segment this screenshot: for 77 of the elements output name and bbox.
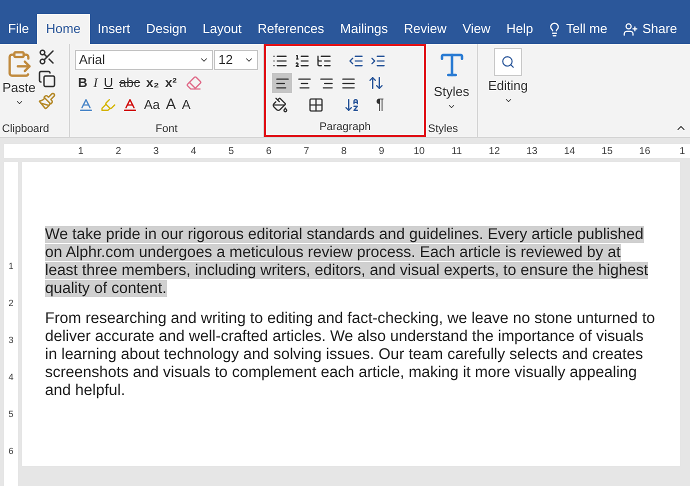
ruler-number: 2: [8, 297, 14, 310]
ribbon-tab[interactable]: Review: [396, 14, 454, 44]
ribbon-tab[interactable]: References: [250, 14, 332, 44]
italic-button[interactable]: I: [90, 72, 101, 94]
eraser-icon[interactable]: [186, 75, 202, 91]
ruler-number: 15: [600, 144, 614, 158]
line-spacing-icon[interactable]: [368, 75, 384, 91]
ruler-number: 3: [8, 334, 14, 347]
change-case-button[interactable]: Aa: [141, 94, 163, 116]
share-button[interactable]: Share: [617, 14, 684, 44]
align-lines-icon: [340, 76, 356, 90]
shading-icon[interactable]: [272, 97, 288, 113]
ruler-number: 14: [562, 144, 576, 158]
ruler-number: 11: [450, 144, 463, 158]
tell-me-button[interactable]: Tell me: [541, 14, 614, 44]
ribbon-tab[interactable]: Help: [498, 14, 542, 44]
underline-button[interactable]: U: [100, 72, 116, 94]
ruler-number: 6: [264, 144, 273, 158]
bullets-icon[interactable]: [272, 53, 288, 69]
ruler-number: 7: [302, 144, 310, 158]
editing-button[interactable]: Editing: [488, 48, 528, 104]
ribbon-tab[interactable]: Home: [36, 14, 90, 44]
font-color-icon[interactable]: [122, 97, 138, 113]
strikethrough-button[interactable]: abc: [116, 72, 144, 94]
align-lines-icon: [318, 76, 334, 90]
numbering-icon[interactable]: [294, 53, 310, 69]
group-label: Styles: [427, 122, 459, 137]
ruler-number: 10: [412, 144, 426, 158]
group-label: Clipboard: [1, 122, 50, 137]
multilevel-list-icon[interactable]: [316, 53, 332, 69]
ruler-number: 5: [227, 144, 235, 158]
shrink-font-button[interactable]: A: [178, 94, 194, 116]
ruler-number: 3: [152, 144, 160, 158]
show-marks-button[interactable]: ¶: [376, 94, 384, 116]
font-size-field[interactable]: 12: [214, 50, 258, 70]
paste-button[interactable]: Paste: [0, 44, 38, 121]
copy-icon[interactable]: [38, 70, 56, 88]
ruler-number: 16: [638, 144, 652, 158]
font-name-field[interactable]: Arial: [75, 50, 214, 70]
person-icon: [623, 22, 638, 36]
ribbon-tab[interactable]: Layout: [194, 14, 250, 44]
ruler-number: 1: [678, 144, 686, 158]
search-icon: [494, 48, 522, 76]
ruler-number: 1: [8, 260, 14, 273]
bold-button[interactable]: B: [75, 72, 90, 94]
ruler-number: 4: [190, 144, 198, 158]
cut-icon[interactable]: [38, 48, 56, 66]
body-paragraph: We take pride in our rigorous editorial standards and guidelines. Every article published on Alphr.com undergoes a meticulous review process. Each article is reviewed by at least three members, including writers, editors, and visual experts, to ensure the highest quality of content.: [45, 226, 650, 298]
group-label: Paragraph: [318, 120, 372, 135]
ruler-number: 9: [378, 144, 386, 158]
text-effects-icon[interactable]: [78, 97, 94, 113]
borders-icon[interactable]: [308, 97, 324, 113]
styles-button[interactable]: Styles: [426, 44, 477, 121]
ribbon-tab[interactable]: Design: [138, 14, 195, 44]
body-paragraph: From researching and writing to editing and fact-checking, we leave no stone unturned to deliver accurate and well-crafted articles. We also understand the importance of visuals in learning about technology and solving issues. Our team carefully selects and creates screenshots and visuals to complement each article, making it more visually appealing and helpful.: [45, 310, 656, 400]
increase-indent-icon[interactable]: [370, 53, 386, 69]
align-lines-icon: [296, 76, 312, 90]
ruler-number: 13: [525, 144, 538, 158]
ruler-number: 6: [8, 445, 14, 458]
align-lines-icon: [274, 76, 290, 90]
ruler-number: 8: [340, 144, 348, 158]
ruler-number: 4: [8, 371, 14, 384]
superscript-button[interactable]: x²: [162, 72, 180, 94]
ribbon-tab[interactable]: View: [454, 14, 498, 44]
ribbon-tab[interactable]: File: [0, 14, 37, 44]
ruler-number: 12: [488, 144, 501, 158]
subscript-button[interactable]: x₂: [143, 72, 162, 94]
ruler-number: 5: [8, 408, 14, 421]
ribbon-tab[interactable]: Mailings: [332, 14, 396, 44]
sort-icon[interactable]: [344, 97, 360, 113]
decrease-indent-icon[interactable]: [348, 53, 364, 69]
ribbon-tab[interactable]: Insert: [90, 14, 138, 44]
align-left-button[interactable]: [272, 73, 292, 93]
group-label: Font: [154, 122, 178, 137]
ruler-number: 1: [77, 144, 85, 158]
grow-font-button[interactable]: A: [162, 94, 179, 116]
ruler-number: 2: [114, 144, 122, 158]
